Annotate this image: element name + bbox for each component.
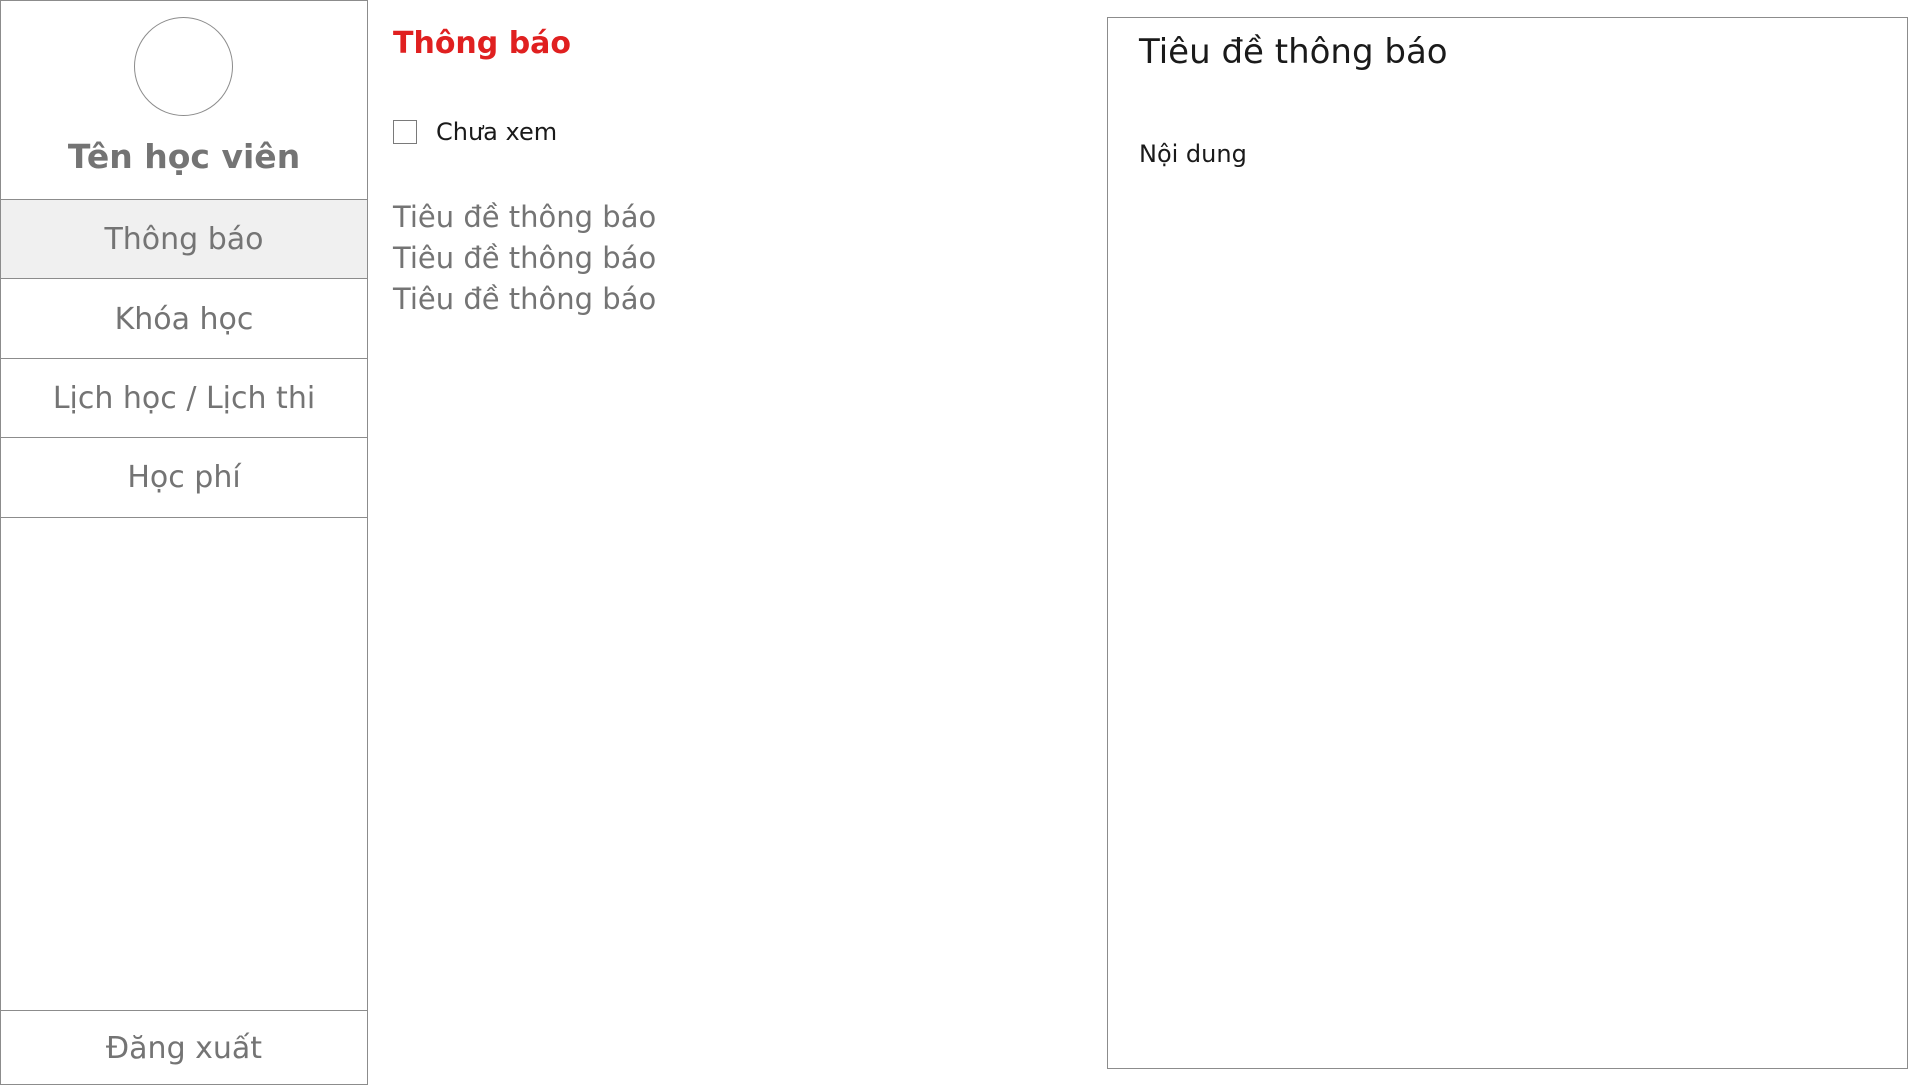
- notification-list: Tiêu đề thông báo Tiêu đề thông báo Tiêu…: [393, 197, 656, 320]
- sidebar-item-courses[interactable]: Khóa học: [1, 280, 367, 359]
- unread-checkbox[interactable]: [393, 120, 417, 144]
- unread-filter[interactable]: Chưa xem: [393, 118, 557, 146]
- unread-filter-label[interactable]: Chưa xem: [436, 118, 557, 146]
- profile-section: Tên học viên: [1, 1, 367, 200]
- avatar[interactable]: [134, 17, 233, 116]
- sidebar-item-notifications[interactable]: Thông báo: [1, 200, 367, 279]
- sidebar-item-schedule[interactable]: Lịch học / Lịch thi: [1, 359, 367, 438]
- notification-detail-body: Nội dung: [1139, 140, 1247, 168]
- notification-detail-title: Tiêu đề thông báo: [1139, 32, 1448, 72]
- page-title: Thông báo: [393, 26, 572, 61]
- notification-item[interactable]: Tiêu đề thông báo: [393, 279, 656, 320]
- sidebar: Tên học viên Thông báo Khóa học Lịch học…: [0, 0, 368, 1085]
- notification-item[interactable]: Tiêu đề thông báo: [393, 238, 656, 279]
- notification-detail-panel: Tiêu đề thông báo Nội dung: [1107, 17, 1908, 1069]
- logout-button[interactable]: Đăng xuất: [1, 1010, 367, 1086]
- student-name: Tên học viên: [67, 137, 301, 176]
- sidebar-item-tuition[interactable]: Học phí: [1, 438, 367, 518]
- notification-item[interactable]: Tiêu đề thông báo: [393, 197, 656, 238]
